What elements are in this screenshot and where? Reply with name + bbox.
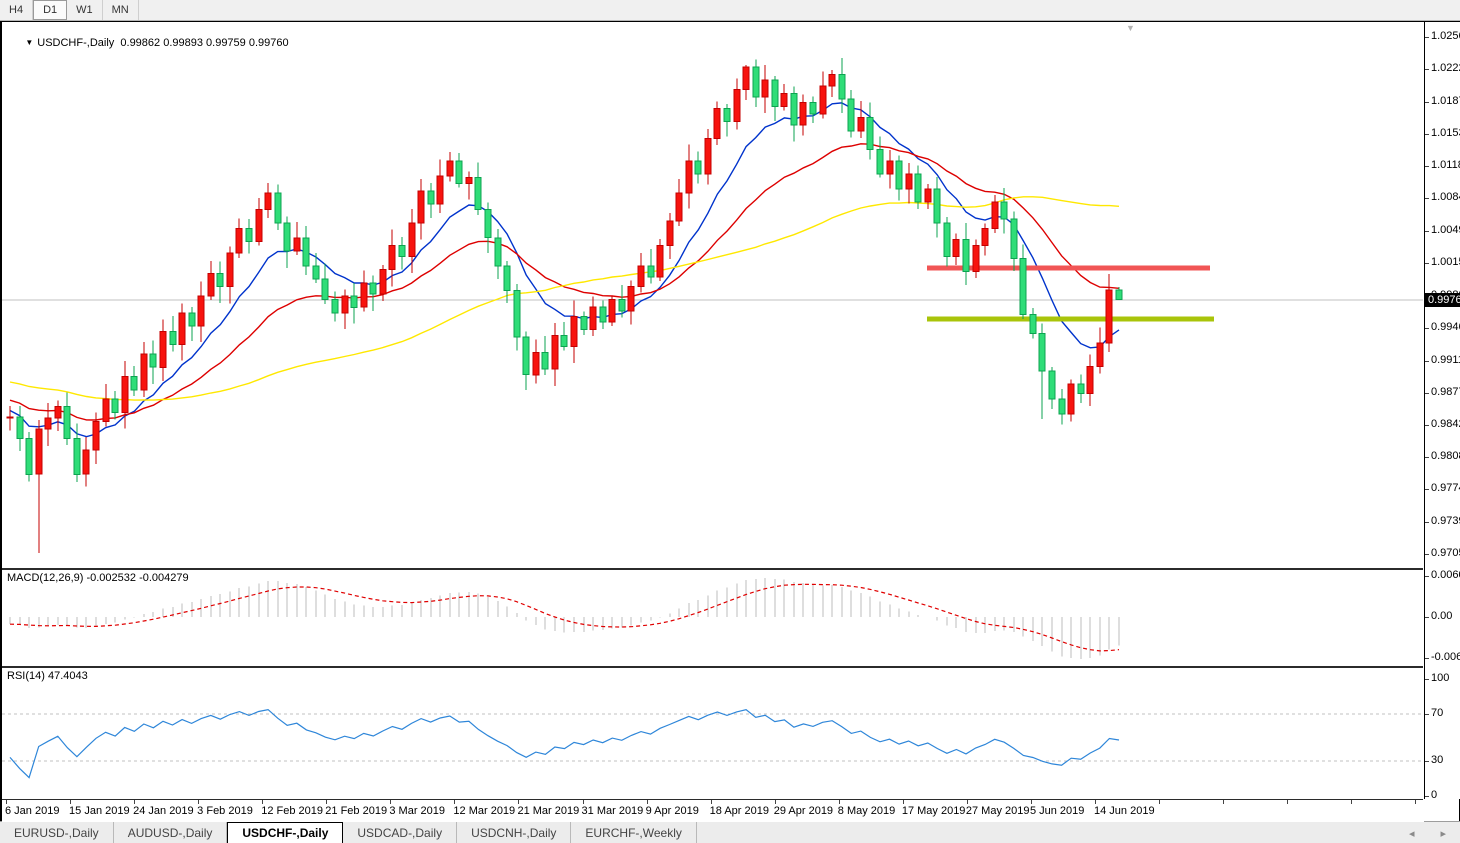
timeframe-button-d1[interactable]: D1 (33, 0, 67, 20)
date-label: 17 May 2019 (902, 805, 966, 817)
rsi-axis-label: 70 (1431, 707, 1443, 719)
price-axis-label: 0.97390 (1431, 515, 1460, 527)
macd-axis-label: 0.00 (1431, 610, 1452, 622)
date-label: 15 Jan 2019 (69, 805, 130, 817)
price-axis-label: 1.00840 (1431, 191, 1460, 203)
date-label: 24 Jan 2019 (133, 805, 194, 817)
chart-tab-eurusd[interactable]: EURUSD-,Daily (0, 822, 114, 843)
chart-tab-audusd[interactable]: AUDUSD-,Daily (114, 822, 228, 843)
legend-symbol: USDCHF-,Daily (37, 37, 114, 49)
timeframe-button-mn[interactable]: MN (103, 0, 139, 20)
price-chart-pane[interactable]: ▼ USDCHF-,Daily 0.99862 0.99893 0.99759 0… (2, 23, 1423, 570)
date-label: 14 Jun 2019 (1094, 805, 1155, 817)
macd-axis-label: -0.00609 (1431, 651, 1460, 663)
price-axis-label: 0.99110 (1431, 354, 1460, 366)
price-axis[interactable]: 1.02560 1.02220 1.01870 1.01530 1.01180 1.008… (1424, 22, 1460, 799)
chart-tab-bar: EURUSD-,DailyAUDUSD-,DailyUSDCHF-,DailyU… (0, 821, 1460, 843)
tab-scroll-controls: ◂ ▸ (1409, 827, 1460, 840)
rsi-axis-label: 0 (1431, 789, 1437, 801)
price-axis-label: 1.01530 (1431, 127, 1460, 139)
chart-tabs: EURUSD-,DailyAUDUSD-,DailyUSDCHF-,DailyU… (0, 822, 697, 843)
date-label: 12 Mar 2019 (453, 805, 515, 817)
rsi-legend: RSI(14) 47.4043 (7, 670, 88, 682)
price-axis-label: 0.99460 (1431, 321, 1460, 333)
date-label: 9 Apr 2019 (646, 805, 699, 817)
date-label: 21 Feb 2019 (325, 805, 387, 817)
date-label: 8 May 2019 (838, 805, 895, 817)
macd-indicator-pane[interactable]: MACD(12,26,9) -0.002532 -0.004279 (2, 570, 1423, 668)
date-label: 12 Feb 2019 (261, 805, 323, 817)
date-label: 21 Mar 2019 (517, 805, 579, 817)
price-axis-label: 1.00490 (1431, 224, 1460, 236)
price-axis-label: 1.01180 (1431, 159, 1460, 171)
time-axis[interactable]: 6 Jan 2019 15 Jan 201924 Jan 20193 Feb 20… (2, 800, 1424, 822)
date-label: 3 Feb 2019 (197, 805, 253, 817)
date-label: 31 Mar 2019 (582, 805, 644, 817)
price-axis-label: 1.01870 (1431, 95, 1460, 107)
price-axis-label: 0.98080 (1431, 450, 1460, 462)
macd-legend: MACD(12,26,9) -0.002532 -0.004279 (7, 572, 189, 584)
timeframe-button-w1[interactable]: W1 (67, 0, 103, 20)
price-axis-label: 0.98420 (1431, 418, 1460, 430)
rsi-axis-label: 30 (1431, 754, 1443, 766)
chart-shift-marker-icon[interactable]: ▼ (1126, 23, 1135, 33)
price-axis-label: 1.02220 (1431, 62, 1460, 74)
chart-legend: ▼ USDCHF-,Daily 0.99862 0.99893 0.99759 0… (7, 25, 289, 61)
tab-scroll-right-icon[interactable]: ▸ (1440, 827, 1446, 840)
chart-window: ▼ USDCHF-,Daily 0.99862 0.99893 0.99759 0… (0, 21, 1460, 821)
price-axis-label: 1.00150 (1431, 256, 1460, 268)
date-label: 27 May 2019 (966, 805, 1030, 817)
legend-ohlc: 0.99862 0.99893 0.99759 0.99760 (120, 37, 288, 49)
rsi-indicator-pane[interactable]: RSI(14) 47.4043 (2, 668, 1423, 801)
rsi-axis-label: 100 (1431, 672, 1449, 684)
price-axis-label: 1.02560 (1431, 30, 1460, 42)
current-price-box: 0.99760 (1425, 293, 1460, 307)
timeframe-button-h4[interactable]: H4 (0, 0, 33, 20)
price-axis-label: 0.97050 (1431, 547, 1460, 559)
chart-tab-usdchf[interactable]: USDCHF-,Daily (227, 822, 343, 843)
date-label: 3 Mar 2019 (389, 805, 445, 817)
symbol-dropdown-icon[interactable]: ▼ (25, 38, 33, 47)
chart-tab-usdcnh[interactable]: USDCNH-,Daily (457, 822, 571, 843)
chart-tab-usdcad[interactable]: USDCAD-,Daily (343, 822, 457, 843)
date-label: 18 Apr 2019 (710, 805, 769, 817)
date-label: 5 Jun 2019 (1030, 805, 1084, 817)
date-label: 29 Apr 2019 (774, 805, 833, 817)
tab-scroll-left-icon[interactable]: ◂ (1409, 827, 1415, 840)
macd-axis-label: 0.006058 (1431, 569, 1460, 581)
price-axis-label: 0.98770 (1431, 386, 1460, 398)
chart-tab-eurchf[interactable]: EURCHF-,Weekly (571, 822, 696, 843)
timeframe-toolbar: H4D1W1MN (0, 0, 1460, 21)
price-axis-label: 0.97740 (1431, 482, 1460, 494)
date-label: 6 Jan 2019 (5, 805, 59, 817)
